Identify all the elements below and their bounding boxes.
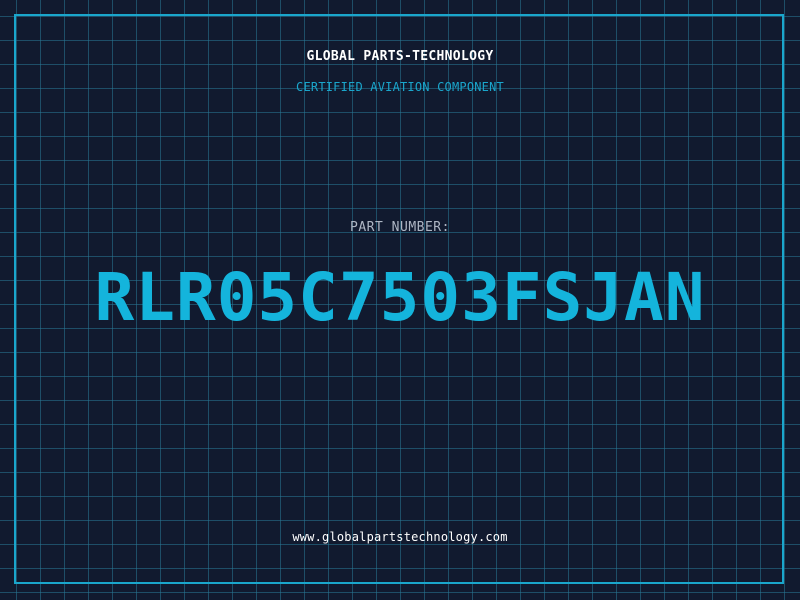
part-number-label: PART NUMBER: [350,220,450,235]
certification-subtitle: CERTIFIED AVIATION COMPONENT [296,80,504,94]
website-url[interactable]: www.globalpartstechnology.com [0,530,800,544]
company-name: GLOBAL PARTS-TECHNOLOGY [306,49,494,64]
part-card: GLOBAL PARTS-TECHNOLOGY CERTIFIED AVIATI… [0,0,800,600]
part-number-value: RLR05C7503FSJAN [94,259,706,336]
